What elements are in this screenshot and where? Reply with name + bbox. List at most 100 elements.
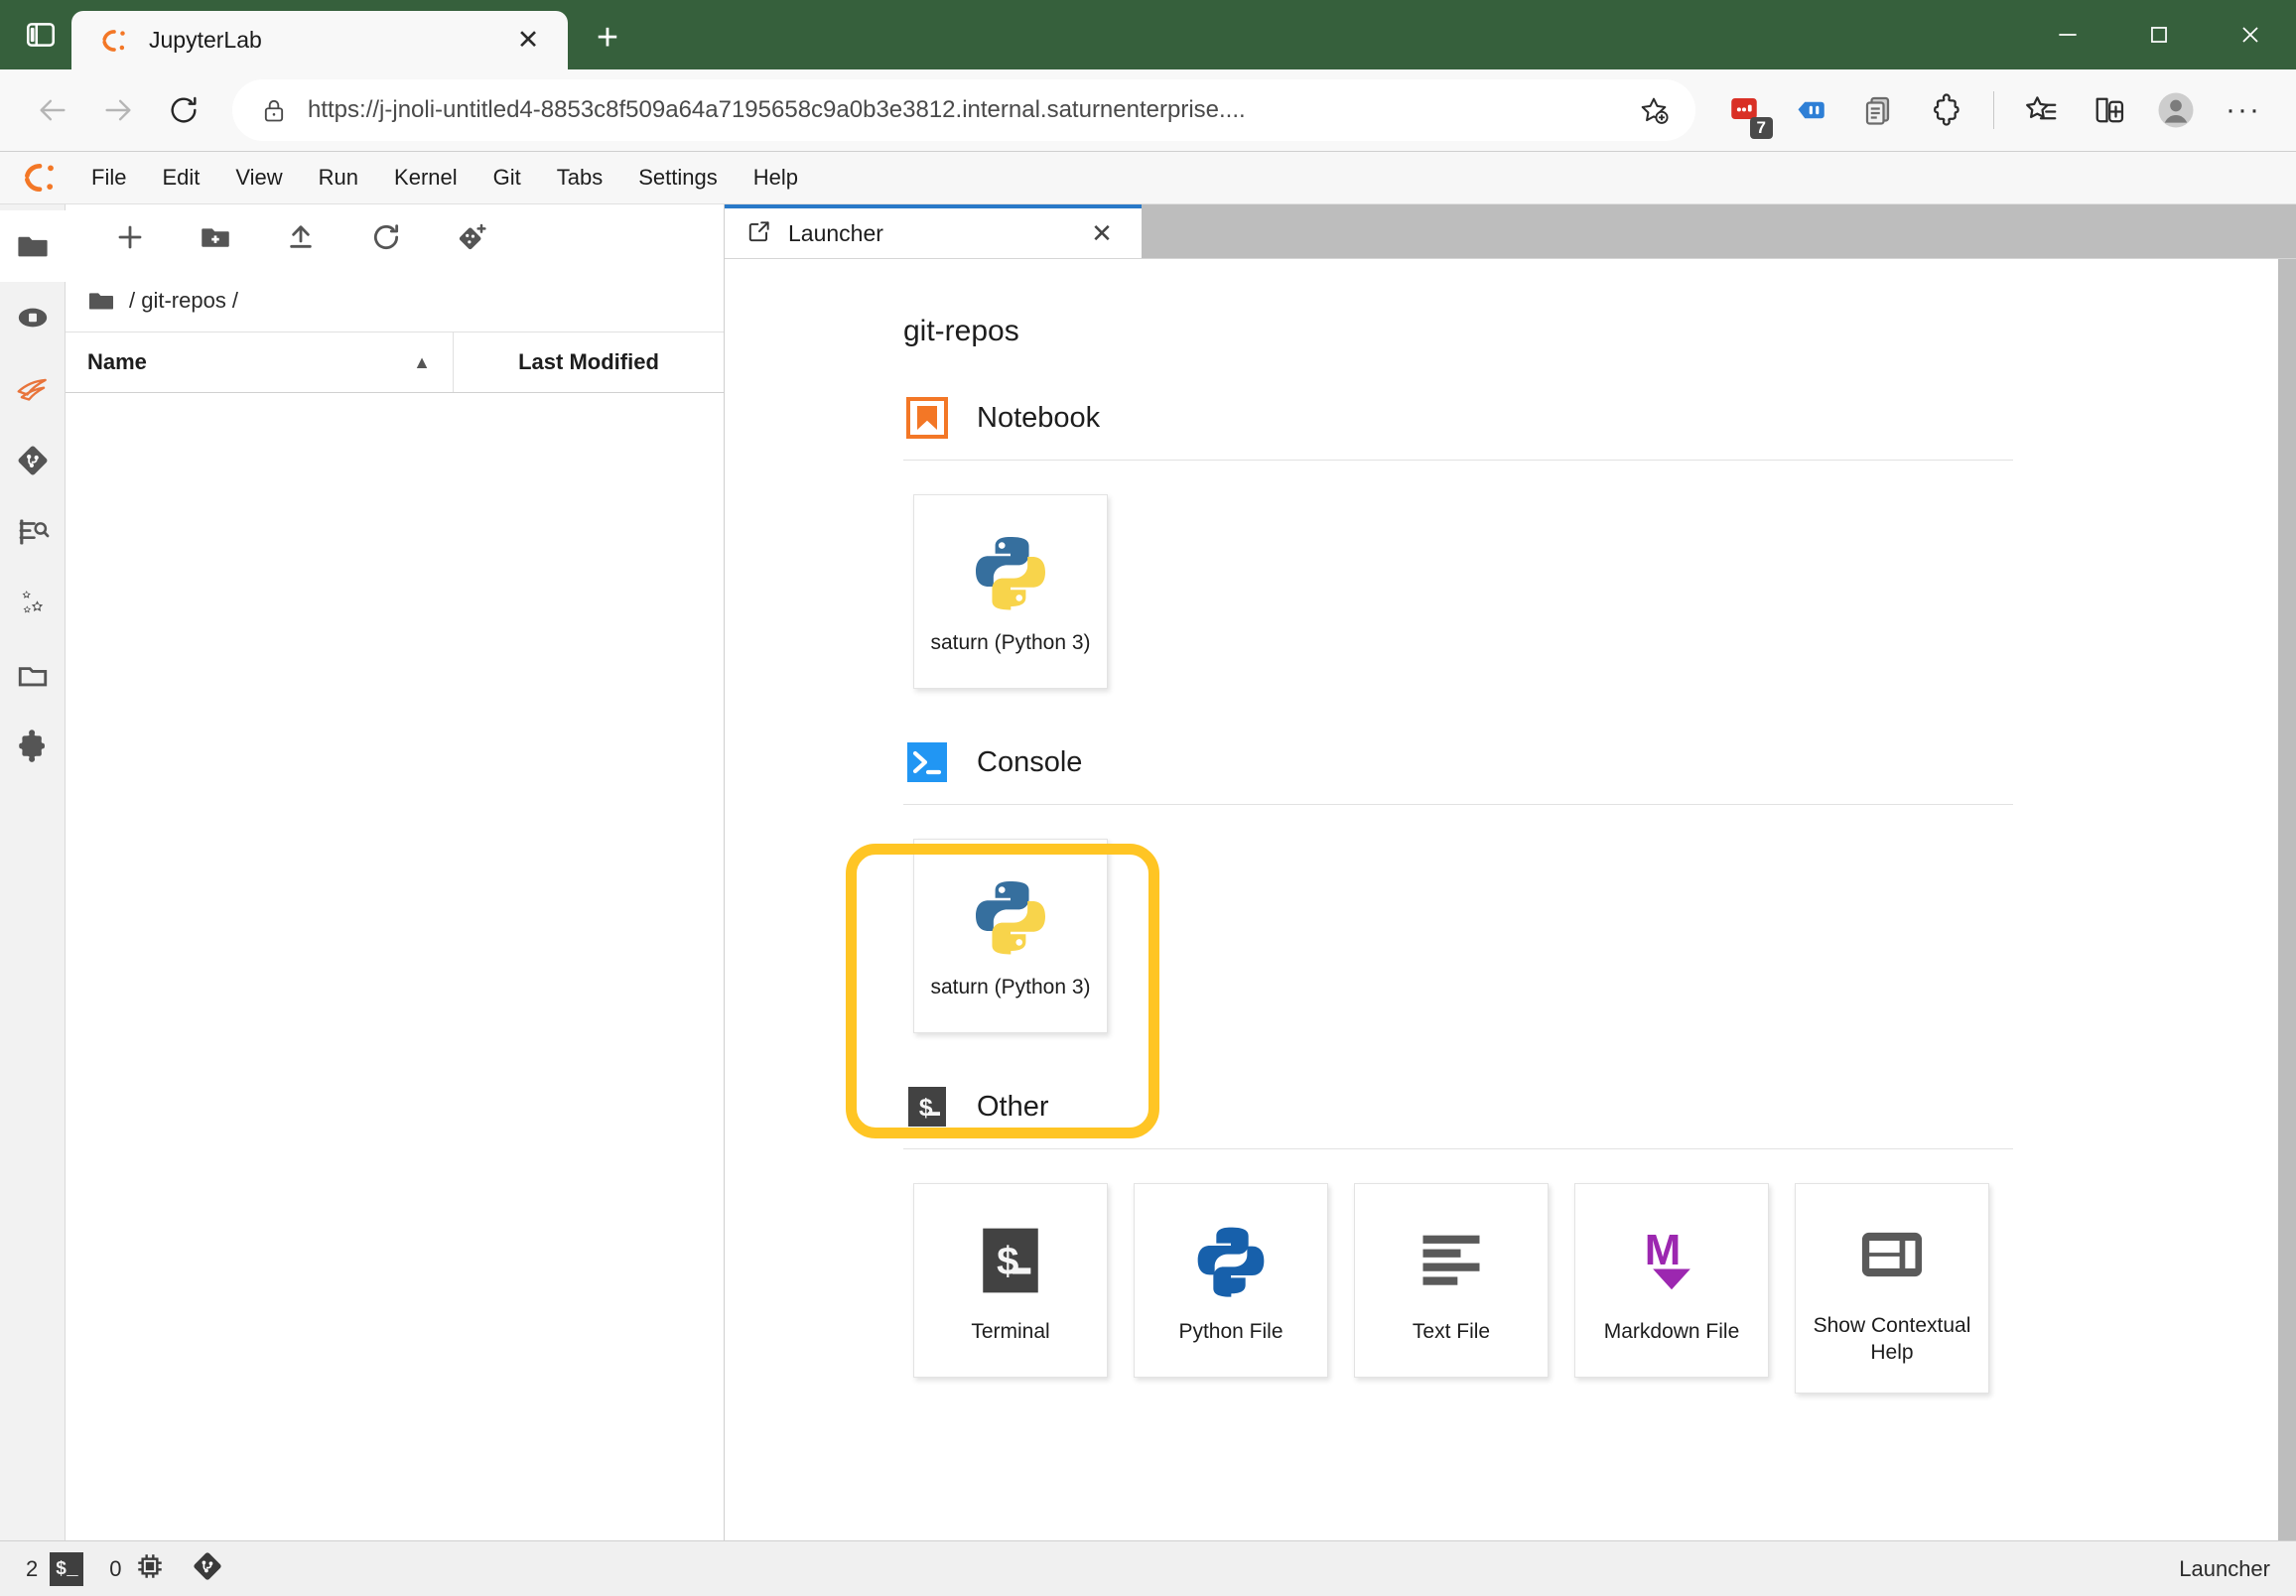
refresh-icon[interactable] <box>153 79 214 141</box>
dock-scroll-gutter[interactable] <box>2278 259 2296 1540</box>
python-logo-icon <box>966 871 1055 961</box>
terminal-dollar-icon: $ <box>903 1083 951 1130</box>
menu-settings[interactable]: Settings <box>620 159 736 197</box>
toolbar-divider <box>1993 91 1994 129</box>
new-folder-button[interactable] <box>173 208 258 266</box>
menu-help[interactable]: Help <box>736 159 816 197</box>
section-title-console: Console <box>977 745 1083 778</box>
card-label: Markdown File <box>1603 1319 1740 1343</box>
markdown-icon: M <box>1627 1216 1716 1305</box>
split-screen-add-icon[interactable] <box>2078 79 2139 141</box>
menu-git[interactable]: Git <box>475 159 539 197</box>
card-python-file[interactable]: Python File <box>1134 1183 1328 1378</box>
back-icon[interactable] <box>22 79 83 141</box>
launcher-cards-notebook: saturn (Python 3) <box>903 461 2296 732</box>
menu-run[interactable]: Run <box>301 159 376 197</box>
svg-text:M: M <box>1645 1225 1682 1273</box>
menu-kernel[interactable]: Kernel <box>376 159 475 197</box>
sidebar-item-file-browser[interactable] <box>0 210 66 282</box>
upload-button[interactable] <box>258 208 343 266</box>
git-icon <box>192 1550 223 1588</box>
sidebar-item-git[interactable] <box>0 425 66 496</box>
refresh-button[interactable] <box>343 208 429 266</box>
sidebar-item-extensions[interactable] <box>0 711 66 782</box>
sidebar-item-table-of-contents[interactable] <box>0 496 66 568</box>
new-tab-button[interactable]: + <box>582 12 633 64</box>
menu-file[interactable]: File <box>73 159 144 197</box>
card-label: Terminal <box>971 1319 1050 1343</box>
add-favorite-icon[interactable] <box>1628 84 1680 136</box>
jupyter-logo-icon <box>97 24 131 58</box>
browser-titlebar: JupyterLab ✕ + <box>0 0 2296 69</box>
launcher-section-console: Console saturn (Python 3) <box>903 738 2296 1077</box>
card-label: Python File <box>1178 1319 1283 1343</box>
git-clone-button[interactable] <box>429 208 514 266</box>
close-window-button[interactable] <box>2205 0 2296 69</box>
column-header-name[interactable]: Name ▲ <box>66 332 454 392</box>
section-title-notebook: Notebook <box>977 401 1101 434</box>
file-list[interactable] <box>66 393 724 1540</box>
terminals-count: 2 <box>26 1555 39 1581</box>
window-controls <box>2022 0 2296 69</box>
extensions-puzzle-icon[interactable] <box>1916 79 1977 141</box>
status-git[interactable] <box>192 1550 223 1588</box>
card-console-saturn[interactable]: saturn (Python 3) <box>913 839 1108 1033</box>
status-active-document: Launcher <box>2179 1555 2270 1581</box>
console-prompt-icon <box>903 738 951 786</box>
svg-text:$: $ <box>996 1242 1019 1286</box>
address-bar[interactable]: https://j-jnoli-untitled4-8853c8f509a64a… <box>232 79 1695 141</box>
card-label: Show Contextual Help <box>1813 1314 1971 1364</box>
browser-window: JupyterLab ✕ + https://j-jnoli-untitled4… <box>0 0 2296 1596</box>
launcher-section-notebook: Notebook saturn (Python 3) <box>903 394 2296 732</box>
launcher-icon <box>746 218 772 249</box>
status-kernels[interactable]: 0 <box>109 1550 165 1588</box>
file-browser-toolbar <box>66 204 724 270</box>
cpu-icon <box>134 1550 166 1588</box>
jupyterlab-menubar: File Edit View Run Kernel Git Tabs Setti… <box>0 152 2296 204</box>
tab-actions-icon[interactable] <box>10 4 71 66</box>
sidebar-item-running[interactable] <box>0 282 66 353</box>
menu-tabs[interactable]: Tabs <box>539 159 620 197</box>
breadcrumb-path[interactable]: / git-repos / <box>129 288 238 314</box>
kernels-count: 0 <box>109 1555 122 1581</box>
text-lines-icon <box>1407 1216 1496 1305</box>
sidebar-item-open-tabs[interactable] <box>0 639 66 711</box>
dock-tab-label: Launcher <box>788 219 883 246</box>
breadcrumb[interactable]: / git-repos / <box>66 270 724 332</box>
launcher-panel: git-repos Notebook saturn (Python 3) Con… <box>725 258 2296 1540</box>
minimize-button[interactable] <box>2022 0 2113 69</box>
browser-tab-jupyterlab[interactable]: JupyterLab ✕ <box>71 11 568 69</box>
card-text-file[interactable]: Text File <box>1354 1183 1549 1378</box>
terminal-dollar-icon: $_ <box>50 1551 84 1586</box>
card-terminal[interactable]: $ Terminal <box>913 1183 1108 1378</box>
copilot-document-icon[interactable] <box>1848 79 1910 141</box>
column-header-name-label: Name <box>87 349 147 374</box>
card-notebook-saturn[interactable]: saturn (Python 3) <box>913 494 1108 689</box>
url-text[interactable]: https://j-jnoli-untitled4-8853c8f509a64a… <box>308 96 1608 124</box>
card-markdown-file[interactable]: M Markdown File <box>1574 1183 1769 1378</box>
launcher-cards-console: saturn (Python 3) <box>903 805 2296 1077</box>
close-icon[interactable]: ✕ <box>506 19 550 63</box>
notebook-bookmark-icon <box>903 394 951 442</box>
status-terminals[interactable]: 2 $_ <box>26 1551 84 1586</box>
new-launcher-button[interactable] <box>87 208 173 266</box>
collections-icon[interactable] <box>2010 79 2072 141</box>
sidebar-item-dask[interactable] <box>0 353 66 425</box>
forward-icon[interactable] <box>87 79 149 141</box>
maximize-button[interactable] <box>2113 0 2205 69</box>
extension-red-icon[interactable]: 7 <box>1713 79 1775 141</box>
card-label: saturn (Python 3) <box>930 975 1091 998</box>
browser-more-menu[interactable]: ··· <box>2213 79 2274 141</box>
browser-toolbar: https://j-jnoli-untitled4-8853c8f509a64a… <box>0 69 2296 151</box>
tab-launcher[interactable]: Launcher ✕ <box>725 204 1142 258</box>
column-header-last-modified[interactable]: Last Modified <box>454 332 724 392</box>
split-screen-blue-icon[interactable] <box>1781 79 1842 141</box>
sidebar-item-property-inspector[interactable] <box>0 568 66 639</box>
menu-edit[interactable]: Edit <box>144 159 217 197</box>
close-icon[interactable]: ✕ <box>1084 215 1120 251</box>
card-show-contextual-help[interactable]: Show Contextual Help <box>1795 1183 1989 1394</box>
menu-view[interactable]: View <box>217 159 300 197</box>
terminal-dollar-icon: $ <box>966 1216 1055 1305</box>
contextual-help-icon <box>1847 1210 1937 1299</box>
avatar[interactable] <box>2145 79 2207 141</box>
